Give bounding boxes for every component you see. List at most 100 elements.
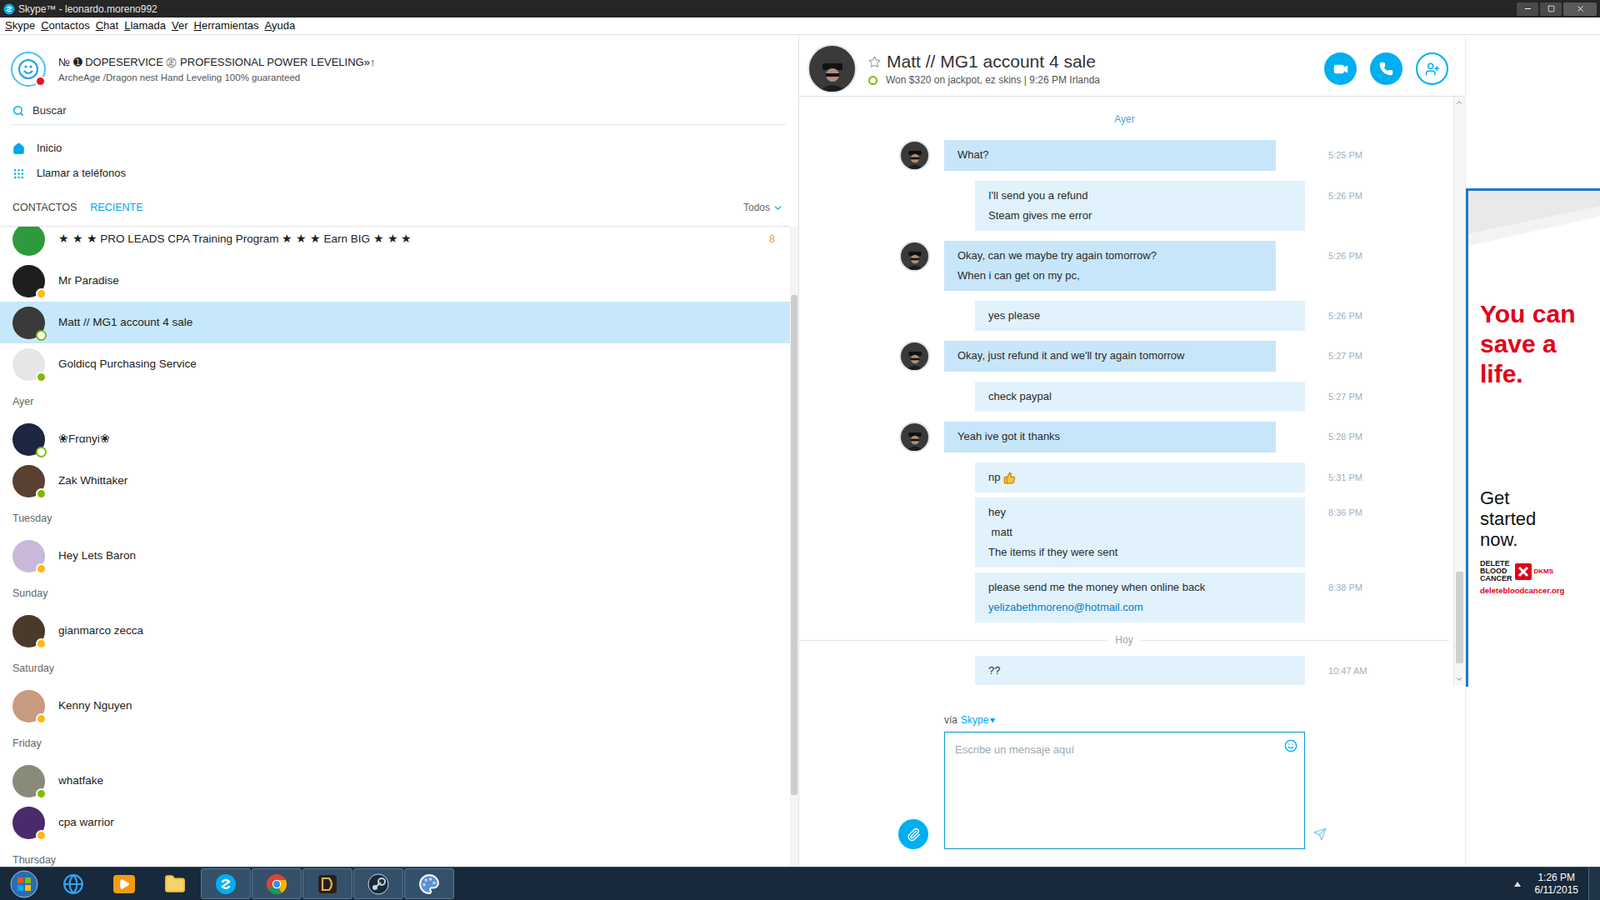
filter-dropdown[interactable]: Todos	[743, 200, 784, 215]
message-bubble[interactable]: Yeah ive got it thanks	[944, 421, 1276, 453]
sender-avatar[interactable]	[899, 421, 930, 453]
message-bubble[interactable]: Okay, can we maybe try again tomorrow?Wh…	[944, 240, 1276, 291]
message-bubble[interactable]: np	[975, 462, 1305, 493]
scroll-down-icon[interactable]	[1455, 675, 1464, 684]
add-people-button[interactable]	[1415, 52, 1449, 85]
message-row: Yeah ive got it thanks5:28 PM	[799, 421, 1465, 453]
message-bubble[interactable]: I'll send you a refundSteam gives me err…	[975, 180, 1305, 231]
profile-header: № ➊ DOPESERVICE ㊣ PROFESSIONAL POWER LEV…	[0, 35, 799, 97]
scroll-up-icon[interactable]	[1455, 98, 1464, 107]
message-time: 5:31 PM	[1328, 462, 1363, 493]
taskbar-app[interactable]	[404, 868, 455, 900]
contact-row[interactable]: Hey Lets Baron	[0, 535, 790, 577]
contact-row[interactable]: whatfake	[0, 760, 790, 802]
message-row: I'll send you a refundSteam gives me err…	[799, 180, 1465, 231]
contact-row[interactable]: Mr Paradise	[0, 260, 790, 302]
skype-icon	[215, 873, 237, 895]
minimize-button[interactable]	[1516, 2, 1539, 16]
taskbar-app[interactable]	[302, 868, 353, 900]
ad-url[interactable]: deletebloodcancer.org	[1480, 585, 1589, 597]
message-row: What?5:25 PM	[799, 140, 1465, 171]
contact-row[interactable]: ★ ★ ★ PRO LEADS CPA Training Program ★ ★…	[0, 226, 790, 260]
chat-scrollbar-thumb[interactable]	[1455, 571, 1464, 664]
menu-item[interactable]: Contactos	[40, 17, 90, 35]
contact-row[interactable]: Goldicq Purchasing Service	[0, 343, 790, 385]
person-icon	[904, 147, 926, 170]
send-icon[interactable]	[1313, 827, 1327, 841]
send-via[interactable]: víaSkype▾	[944, 713, 1305, 727]
profile-mood[interactable]: ArcheAge /Dragon nest Hand Leveling 100%…	[58, 71, 375, 85]
taskbar-app[interactable]	[99, 868, 150, 900]
contact-row[interactable]: gianmarco zecca	[0, 610, 790, 652]
dialpad-icon	[12, 167, 25, 180]
call-button[interactable]	[1370, 52, 1403, 85]
day-divider: Hoy	[799, 630, 1450, 650]
nav-item[interactable]: Inicio	[0, 135, 799, 161]
taskbar-app[interactable]	[353, 868, 404, 900]
message-bubble[interactable]: hey mattThe items if they were sent	[975, 497, 1305, 568]
profile-name[interactable]: № ➊ DOPESERVICE ㊣ PROFESSIONAL POWER LEV…	[58, 55, 375, 70]
list-group-header: Thursday	[0, 843, 790, 867]
search-icon	[12, 105, 25, 117]
ad-decoration-icon	[1468, 190, 1600, 250]
message-row: please send me the money when online bac…	[799, 572, 1465, 623]
menu-item[interactable]: Skype	[5, 17, 35, 35]
ad-banner[interactable]: You cansave alife.Getstartednow.DELETEBL…	[1465, 188, 1600, 687]
contact-row[interactable]: Kenny Nguyen	[0, 685, 790, 727]
emoticon-icon[interactable]	[1284, 739, 1298, 753]
message-time: 5:26 PM	[1328, 300, 1363, 331]
sender-avatar[interactable]	[899, 240, 930, 272]
chat-avatar[interactable]	[807, 44, 857, 94]
close-button[interactable]	[1563, 2, 1597, 16]
menu-item[interactable]: Ayuda	[265, 17, 296, 35]
attach-button[interactable]	[898, 819, 929, 850]
clock[interactable]: 1:26 PM6/11/2015	[1535, 871, 1580, 897]
menu-item[interactable]: Chat	[95, 17, 119, 35]
message-bubble[interactable]: Okay, just refund it and we'll try again…	[944, 340, 1276, 372]
list-tab[interactable]: CONTACTOS	[12, 200, 77, 215]
contact-row[interactable]: Matt // MG1 account 4 sale	[0, 301, 790, 344]
list-scrollbar[interactable]	[790, 226, 799, 867]
message-bubble[interactable]: ??	[975, 655, 1305, 685]
list-tabs: CONTACTOS RECIENTE Todos	[0, 194, 790, 227]
message-input[interactable]: Escribe un mensaje aquí	[944, 731, 1305, 850]
status-badge	[35, 488, 47, 500]
ad-headline: You cansave alife.	[1480, 299, 1589, 390]
video-call-button[interactable]	[1324, 52, 1357, 85]
list-tab[interactable]: RECIENTE	[90, 200, 143, 215]
list-group-header: Friday	[0, 726, 790, 760]
sender-avatar[interactable]	[899, 340, 930, 372]
menu-bar: Skype Contactos Chat Llamada Ver Herramientas…	[0, 17, 1600, 35]
taskbar-app[interactable]	[251, 868, 302, 900]
menu-item[interactable]: Llamada	[124, 17, 166, 35]
contact-row[interactable]: ❀Frαnyi❀	[0, 418, 790, 460]
taskbar-app[interactable]	[200, 868, 251, 900]
nav-item[interactable]: Llamar a teléfonos	[0, 160, 799, 186]
message-row: yes please 5:26 PM	[799, 300, 1465, 331]
chat-scrollbar[interactable]	[1453, 96, 1465, 685]
message-bubble[interactable]: please send me the money when online bac…	[975, 572, 1305, 623]
message-bubble[interactable]: yes please	[975, 300, 1305, 331]
status-badge	[35, 563, 47, 575]
show-desktop-button[interactable]	[1588, 867, 1600, 900]
contact-name: Matt // MG1 account 4 sale	[58, 314, 193, 331]
menu-item[interactable]: Herramientas	[194, 17, 260, 35]
search-field[interactable]: Buscar	[12, 96, 786, 125]
tray-arrow-icon[interactable]	[1513, 880, 1522, 888]
message-link[interactable]: yelizabethmoreno@hotmail.com	[988, 597, 1292, 618]
contact-row[interactable]: Zak Whittaker	[0, 460, 790, 502]
maximize-button[interactable]	[1540, 2, 1562, 16]
nav-list: InicioLlamar a teléfonos	[0, 135, 799, 186]
contact-row[interactable]: cpa warrior	[0, 801, 790, 844]
taskbar-app[interactable]	[150, 868, 200, 900]
taskbar-app[interactable]	[48, 868, 99, 900]
list-scrollbar-thumb[interactable]	[790, 295, 798, 795]
profile-avatar[interactable]	[10, 51, 46, 87]
start-button[interactable]	[0, 867, 49, 900]
sender-avatar[interactable]	[899, 140, 930, 171]
message-bubble[interactable]: What?	[944, 140, 1276, 171]
favorite-star-icon[interactable]	[868, 55, 881, 69]
skype-window: Skype™ - leonardo.moreno992SkypeContacto…	[0, 0, 1600, 900]
message-bubble[interactable]: check paypal	[975, 381, 1305, 412]
menu-item[interactable]: Ver	[171, 17, 189, 35]
